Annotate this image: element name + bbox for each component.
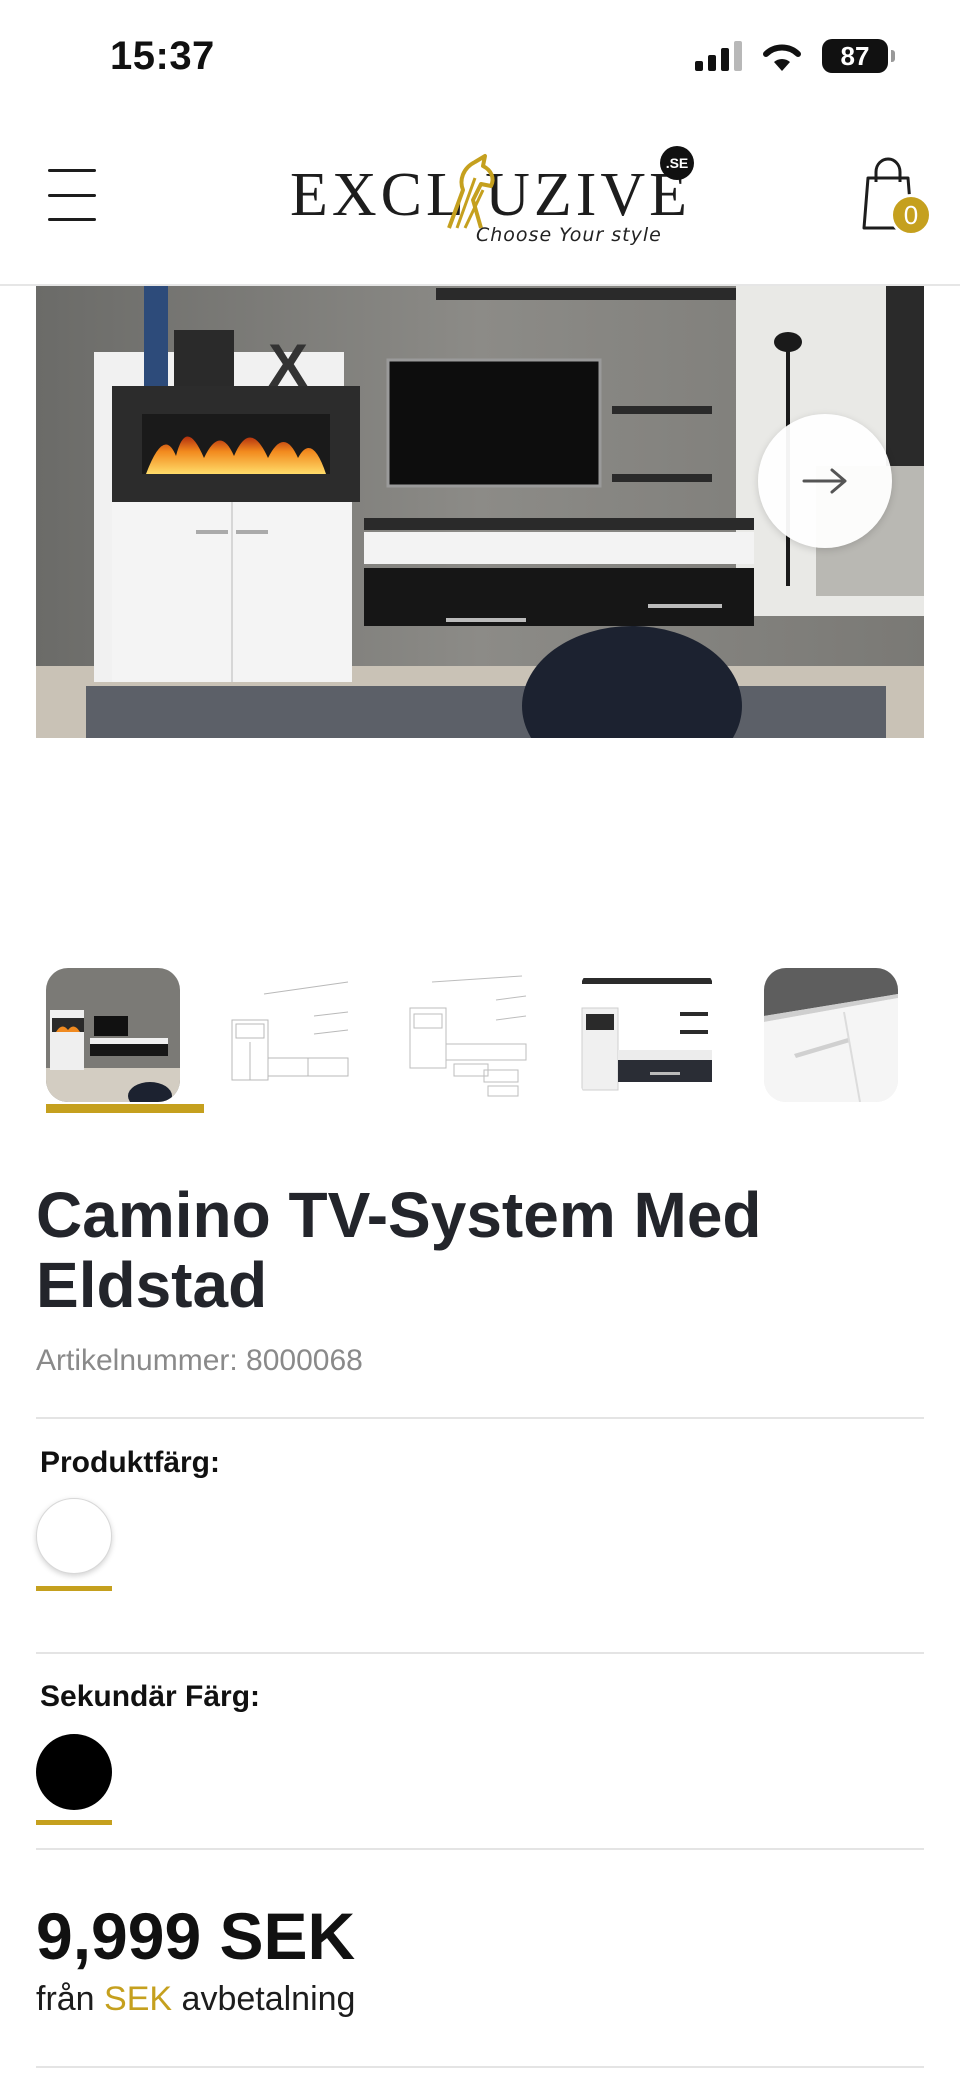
swatch-primary-color-white[interactable] bbox=[36, 1498, 112, 1574]
battery-icon: 87 bbox=[822, 39, 895, 73]
divider bbox=[36, 2066, 924, 2068]
thumbnail-1[interactable] bbox=[46, 968, 180, 1102]
cart-button[interactable]: 0 bbox=[860, 156, 932, 236]
product-price: 9,999 SEK bbox=[36, 1899, 356, 1973]
thumbnail-3[interactable] bbox=[402, 968, 536, 1102]
site-header: EXCL UZIVE .SE Choose Your style 0 bbox=[0, 112, 960, 286]
next-image-button[interactable] bbox=[758, 414, 892, 548]
thumbnail-drawing bbox=[224, 968, 358, 1102]
thumbnail-drawing bbox=[402, 968, 536, 1102]
option-label-secondary-color: Sekundär Färg: bbox=[40, 1680, 261, 1713]
status-bar: 15:37 87 bbox=[0, 0, 960, 112]
thumbnail-4[interactable] bbox=[580, 968, 714, 1102]
thumbnail-photo bbox=[580, 968, 714, 1102]
thumbnail-photo bbox=[764, 968, 898, 1102]
divider bbox=[36, 1848, 924, 1850]
thumbnail-5[interactable] bbox=[764, 968, 898, 1102]
installment-prefix: från bbox=[36, 1980, 95, 2018]
installment-suffix: avbetalning bbox=[181, 1980, 356, 2018]
cart-count-badge: 0 bbox=[890, 194, 932, 236]
divider bbox=[36, 1652, 924, 1654]
status-time: 15:37 bbox=[110, 34, 215, 78]
installment-text[interactable]: från SEK avbetalning bbox=[36, 1980, 355, 2019]
menu-icon[interactable] bbox=[48, 169, 96, 221]
wifi-icon bbox=[763, 44, 801, 71]
logo-tagline: Choose Your style bbox=[476, 224, 662, 246]
svg-text:X: X bbox=[268, 332, 308, 399]
thumbnail-strip bbox=[46, 968, 926, 1114]
battery-level: 87 bbox=[840, 40, 870, 71]
swatch-secondary-color-black[interactable] bbox=[36, 1734, 112, 1810]
thumbnail-photo bbox=[46, 968, 180, 1102]
logo-tld: .SE bbox=[660, 146, 694, 180]
product-main-image[interactable]: X bbox=[36, 286, 924, 738]
thumbnail-2[interactable] bbox=[224, 968, 358, 1102]
product-sku: Artikelnummer: 8000068 bbox=[36, 1344, 363, 1377]
arrow-right-icon bbox=[802, 468, 847, 494]
product-title: Camino TV-System Med Eldstad bbox=[36, 1179, 762, 1321]
logo[interactable]: EXCL UZIVE .SE Choose Your style bbox=[286, 146, 696, 246]
option-label-primary-color: Produktfärg: bbox=[40, 1446, 220, 1479]
thumbnail-selected-indicator bbox=[46, 1104, 204, 1113]
divider bbox=[36, 1417, 924, 1419]
horse-logo-icon bbox=[447, 154, 495, 229]
signal-icon bbox=[695, 41, 742, 71]
swatch-selected-indicator bbox=[36, 1820, 112, 1825]
swatch-selected-indicator bbox=[36, 1586, 112, 1591]
status-icons: 87 bbox=[695, 36, 895, 76]
installment-currency: SEK bbox=[104, 1980, 173, 2018]
